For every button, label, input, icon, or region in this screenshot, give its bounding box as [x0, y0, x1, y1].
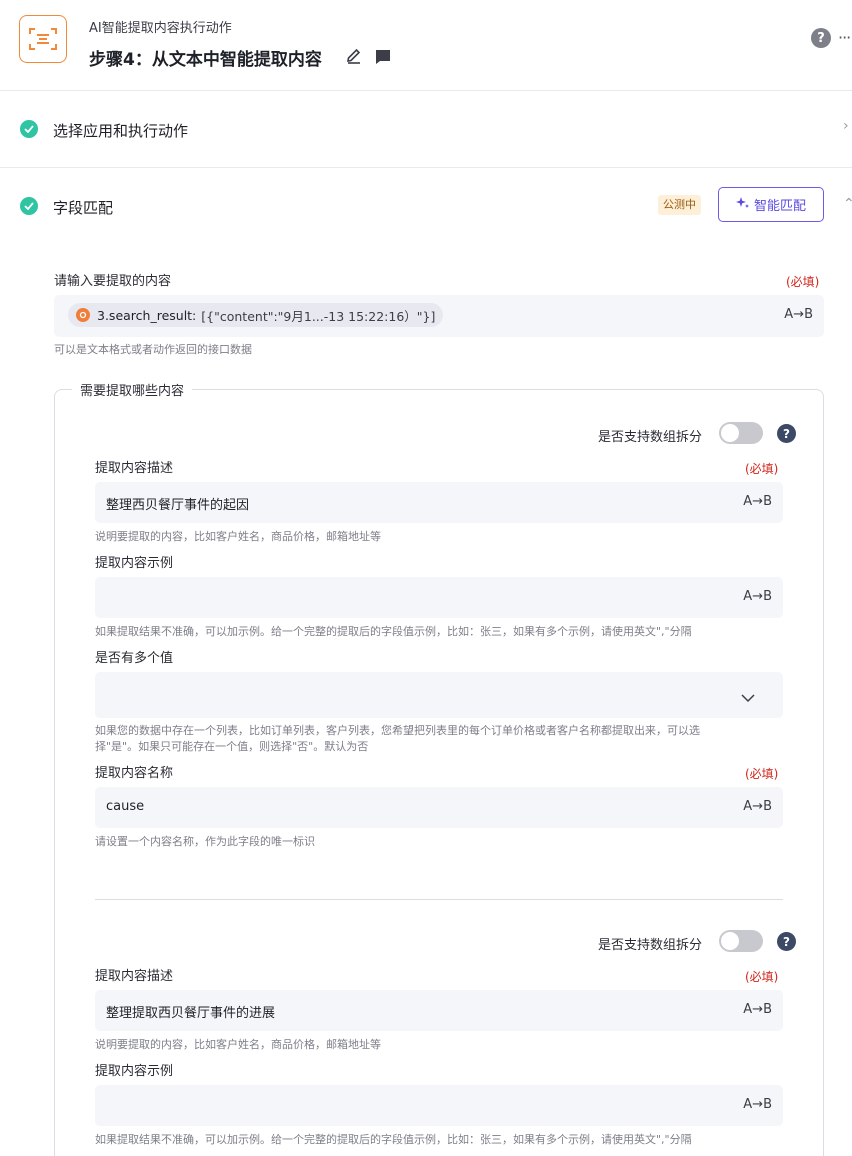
required-mark: (必填) — [745, 462, 779, 476]
array-split-label: 是否支持数组拆分 — [598, 938, 703, 953]
example-label: 提取内容示例 — [95, 1064, 174, 1079]
required-mark: (必填) — [745, 970, 779, 984]
more-icon[interactable]: ··· — [838, 28, 851, 47]
desc-input[interactable]: 整理提取西贝餐厅事件的进展 A→B — [95, 990, 783, 1031]
ab-switch-icon[interactable]: A→B — [743, 1097, 772, 1112]
name-input[interactable]: cause A→B — [95, 787, 783, 828]
name-value: cause — [106, 799, 145, 814]
desc-label: 提取内容描述 — [95, 969, 174, 984]
sparkle-icon — [735, 196, 750, 214]
ai-extract-app-icon — [19, 15, 67, 63]
array-split-toggle[interactable] — [719, 422, 763, 444]
step-title: 步骤4：从文本中智能提取内容 — [89, 50, 322, 70]
desc-value: 整理西贝餐厅事件的起因 — [106, 498, 250, 513]
ab-switch-icon[interactable]: A→B — [784, 307, 813, 322]
app-source-icon — [76, 308, 90, 322]
desc-value: 整理提取西贝餐厅事件的进展 — [106, 1006, 276, 1021]
array-split-toggle[interactable] — [719, 930, 763, 952]
beta-badge: 公测中 — [658, 195, 701, 215]
name-label: 提取内容名称 — [95, 766, 174, 781]
example-hint: 如果提取结果不准确，可以加示例。给一个完整的提取后的字段值示例，比如：张三，如果… — [95, 1133, 692, 1146]
example-input[interactable]: A→B — [95, 1085, 783, 1126]
step-header: AI智能提取内容执行动作 步骤4：从文本中智能提取内容 ? ··· — [0, 0, 852, 91]
token-value: [{"content":"9月1...-13 15:22:16）"}] — [201, 308, 436, 324]
page: AI智能提取内容执行动作 步骤4：从文本中智能提取内容 ? ··· 选择应用和执… — [0, 0, 852, 1156]
help-icon[interactable]: ? — [777, 424, 796, 443]
example-hint: 如果提取结果不准确，可以加示例。给一个完整的提取后的字段值示例，比如：张三，如果… — [95, 625, 692, 638]
step-subtitle: AI智能提取内容执行动作 — [89, 21, 232, 36]
item-divider — [95, 899, 783, 900]
required-mark: (必填) — [745, 767, 779, 781]
section-title-field-match: 字段匹配 — [53, 199, 114, 217]
edit-icon[interactable] — [345, 47, 363, 65]
check-icon — [20, 120, 38, 138]
multi-value-hint-line2: 择"是"。如果只可能存在一个值，则选择"否"。默认为否 — [95, 740, 369, 753]
help-icon[interactable]: ? — [777, 932, 796, 951]
example-input[interactable]: A→B — [95, 577, 783, 618]
comment-icon[interactable] — [374, 48, 392, 66]
multi-value-hint-line1: 如果您的数据中存在一个列表，比如订单列表，客户列表，您希望把列表里的每个订单价格… — [95, 724, 700, 737]
chevron-icon[interactable]: › — [843, 118, 849, 134]
smart-match-button[interactable]: 智能匹配 — [718, 187, 824, 222]
name-hint: 请设置一个内容名称，作为此字段的唯一标识 — [95, 835, 315, 848]
help-icon[interactable]: ? — [811, 28, 831, 48]
ab-switch-icon[interactable]: A→B — [743, 799, 772, 814]
desc-hint: 说明要提取的内容，比如客户姓名，商品价格，邮箱地址等 — [95, 1038, 381, 1051]
input-content-field[interactable]: 3.search_result: [{"content":"9月1...-13 … — [54, 295, 824, 337]
section-choose-app[interactable]: 选择应用和执行动作 › — [0, 90, 852, 168]
desc-hint: 说明要提取的内容，比如客户姓名，商品价格，邮箱地址等 — [95, 530, 381, 543]
multi-value-label: 是否有多个值 — [95, 651, 174, 666]
multi-value-select[interactable] — [95, 672, 783, 718]
extract-box-legend: 需要提取哪些内容 — [72, 380, 193, 399]
desc-input[interactable]: 整理西贝餐厅事件的起因 A→B — [95, 482, 783, 523]
chevron-down-icon[interactable] — [741, 688, 755, 707]
section-title: 选择应用和执行动作 — [53, 122, 189, 140]
chevron-up-icon[interactable]: ⌃ — [843, 196, 852, 212]
ab-switch-icon[interactable]: A→B — [743, 1002, 772, 1017]
token-key: 3.search_result: — [97, 307, 197, 323]
desc-label: 提取内容描述 — [95, 461, 174, 476]
array-split-label: 是否支持数组拆分 — [598, 430, 703, 445]
required-mark: (必填) — [786, 275, 820, 289]
ab-switch-icon[interactable]: A→B — [743, 589, 772, 604]
input-content-hint: 可以是文本格式或者动作返回的接口数据 — [54, 343, 252, 356]
ab-switch-icon[interactable]: A→B — [743, 494, 772, 509]
input-content-label: 请输入要提取的内容 — [54, 274, 172, 289]
smart-match-label: 智能匹配 — [753, 199, 806, 214]
variable-token[interactable]: 3.search_result: [{"content":"9月1...-13 … — [68, 303, 444, 327]
check-icon — [20, 197, 38, 215]
example-label: 提取内容示例 — [95, 556, 174, 571]
